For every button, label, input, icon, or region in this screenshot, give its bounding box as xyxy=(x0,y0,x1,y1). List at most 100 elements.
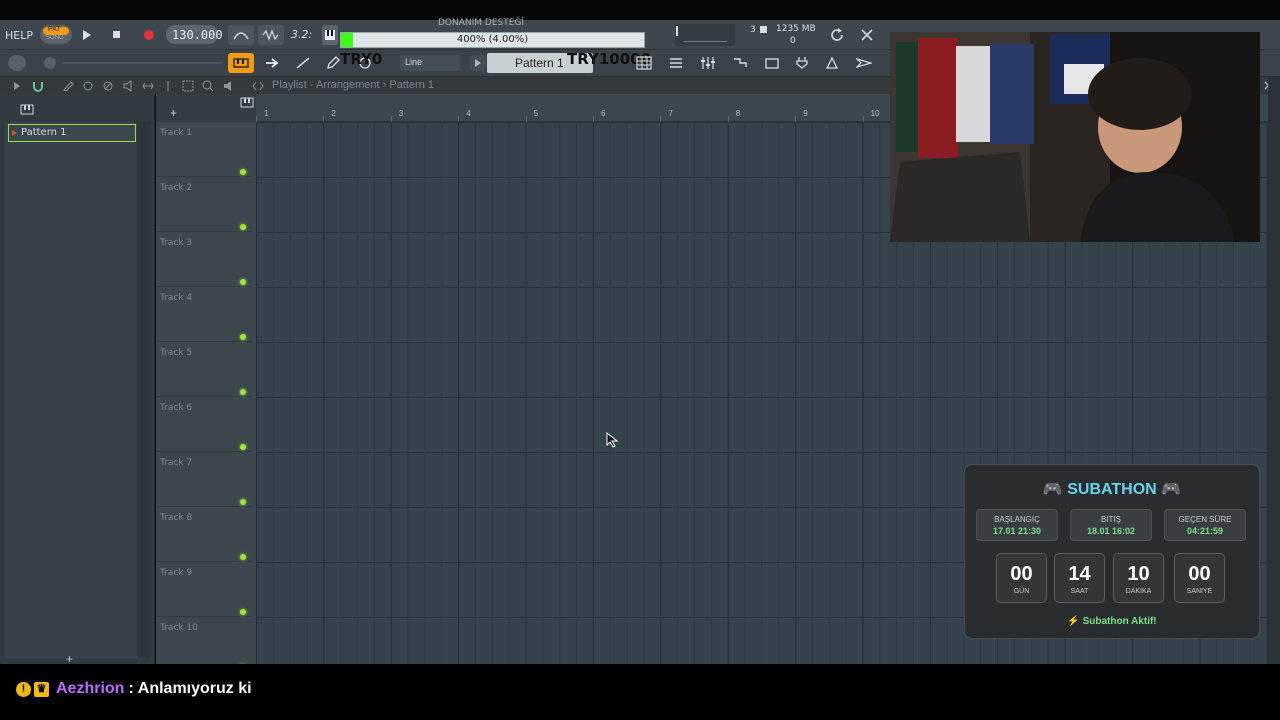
magnet-icon[interactable] xyxy=(32,80,44,92)
bar-number: 7 xyxy=(668,109,673,118)
plug-icon xyxy=(796,57,808,69)
elapsed-box: GEÇEN SÜRE 04:21:59 xyxy=(1164,509,1246,541)
track-label: Track 2 xyxy=(160,183,193,193)
master-volume-knob[interactable] xyxy=(8,55,26,71)
track-label: Track 9 xyxy=(160,568,193,578)
mute-icon[interactable] xyxy=(122,80,134,92)
step-seq-button[interactable] xyxy=(632,53,656,73)
tempo-display[interactable]: 130.000 xyxy=(166,25,223,44)
playlist-scrollbar[interactable] xyxy=(1268,77,1280,664)
pencil-icon[interactable] xyxy=(62,80,74,92)
track-label: Track 3 xyxy=(160,238,193,248)
track-active-led-icon[interactable] xyxy=(240,169,246,175)
metronome-button[interactable] xyxy=(228,25,254,45)
playlist-button[interactable] xyxy=(664,53,688,73)
send-icon xyxy=(856,58,872,68)
zoom-icon[interactable] xyxy=(202,80,214,92)
bar-number: 2 xyxy=(331,109,336,118)
arrows-icon[interactable] xyxy=(252,80,264,92)
bar-number: 3 xyxy=(398,109,404,118)
piano-icon[interactable] xyxy=(20,104,34,116)
tempo-value: 130.000 xyxy=(172,28,223,42)
menu-arrow-icon[interactable] xyxy=(14,82,22,90)
hint-bar: 400% (4.00%) xyxy=(340,32,645,48)
pattern-prev-button[interactable] xyxy=(470,55,486,71)
mixer-button[interactable] xyxy=(696,53,720,73)
track-active-led-icon[interactable] xyxy=(240,334,246,340)
speaker-icon[interactable] xyxy=(222,80,234,92)
piano-icon[interactable] xyxy=(240,97,254,108)
bar-number: 10 xyxy=(870,109,880,118)
track-row[interactable]: Track 7 xyxy=(156,452,252,507)
track-row[interactable]: Track 1 xyxy=(156,122,252,177)
track-row[interactable]: Track 4 xyxy=(156,287,252,342)
triangle-right-icon xyxy=(475,59,481,67)
track-label: Track 1 xyxy=(160,128,193,138)
numpad-typing[interactable]: 3.2: xyxy=(291,28,312,41)
gamepad-icon: 🎮 xyxy=(1161,481,1182,498)
chat-separator: : xyxy=(128,680,134,697)
arrow-right-icon xyxy=(266,58,279,68)
track-active-led-icon[interactable] xyxy=(240,389,246,395)
hint-title: DONANIM DESTEĞİ xyxy=(438,18,525,28)
folder-icon xyxy=(765,58,779,69)
track-active-led-icon[interactable] xyxy=(240,499,246,505)
picker-scrollbar[interactable] xyxy=(137,122,151,658)
memory-usage: 1235 MB xyxy=(776,24,816,34)
send-button[interactable] xyxy=(852,53,876,73)
pattern-selector-label: Pattern 1 xyxy=(515,56,564,70)
piano-keyboard-button[interactable] xyxy=(322,25,338,45)
delete-icon[interactable] xyxy=(102,80,114,92)
paint-icon[interactable] xyxy=(82,80,94,92)
position-slider[interactable] xyxy=(62,62,222,64)
end-box: BITIŞ 18.01 16:02 xyxy=(1070,509,1152,541)
pattern-mode-button[interactable] xyxy=(228,53,254,73)
play-button[interactable] xyxy=(76,25,98,45)
end-value: 18.01 16:02 xyxy=(1086,526,1136,536)
track-row[interactable]: Track 6 xyxy=(156,397,252,452)
wait-input-button[interactable] xyxy=(258,25,284,45)
pat-song-toggle[interactable]: PAT SONG xyxy=(40,25,72,44)
slice-icon[interactable] xyxy=(162,80,174,92)
elapsed-label: GEÇEN SÜRE xyxy=(1178,515,1232,524)
record-button[interactable] xyxy=(136,25,162,45)
subathon-status: ⚡ Subathon Aktif! xyxy=(1067,616,1157,627)
stop-button[interactable] xyxy=(106,25,128,45)
track-active-led-icon[interactable] xyxy=(240,609,246,615)
track-active-led-icon[interactable] xyxy=(240,279,246,285)
track-row[interactable]: Track 2 xyxy=(156,177,252,232)
plugin-button[interactable] xyxy=(790,53,814,73)
rack-icon xyxy=(734,58,747,67)
track-row[interactable]: Track 9 xyxy=(156,562,252,617)
snap-mode-label: Line xyxy=(405,57,423,67)
tools-button[interactable] xyxy=(856,25,878,45)
track-active-led-icon[interactable] xyxy=(240,224,246,230)
select-icon[interactable] xyxy=(182,80,194,92)
tempo-tap-button[interactable] xyxy=(820,53,844,73)
cpu-voices: 3 xyxy=(750,25,756,35)
countdown-value: 00 xyxy=(1188,563,1211,585)
loop-button[interactable] xyxy=(826,25,848,45)
hint-text: 400% (4.00%) xyxy=(456,34,529,45)
channel-rack-button[interactable] xyxy=(728,53,752,73)
track-active-led-icon[interactable] xyxy=(240,444,246,450)
track-active-led-icon[interactable] xyxy=(240,554,246,560)
track-row[interactable]: Track 5 xyxy=(156,342,252,397)
track-row[interactable]: Track 3 xyxy=(156,232,252,287)
snap-selector[interactable]: Line xyxy=(400,55,460,71)
countdown-value: 10 xyxy=(1127,563,1150,585)
slip-icon[interactable] xyxy=(142,80,154,92)
master-pitch-knob[interactable] xyxy=(44,57,56,69)
arrow-button[interactable] xyxy=(260,53,284,73)
help-menu[interactable]: HELP xyxy=(5,29,33,42)
browser-button[interactable] xyxy=(760,53,784,73)
countdown-minutes: 10 DAKIKA xyxy=(1113,553,1164,603)
pencil-icon xyxy=(327,56,340,69)
playlist-breadcrumb: Playlist · Arrangement › Pattern 1 xyxy=(272,79,435,91)
track-row[interactable]: Track 8 xyxy=(156,507,252,562)
add-track-icon[interactable]: + xyxy=(170,106,177,120)
subathon-widget: 🎮 SUBATHON 🎮 BAŞLANGIÇ 17.01 21:30 BITIŞ… xyxy=(964,464,1260,639)
picker-item-pattern-1[interactable]: Pattern 1 xyxy=(8,124,136,142)
slide-tool-button[interactable] xyxy=(292,53,314,73)
play-icon xyxy=(83,30,91,40)
